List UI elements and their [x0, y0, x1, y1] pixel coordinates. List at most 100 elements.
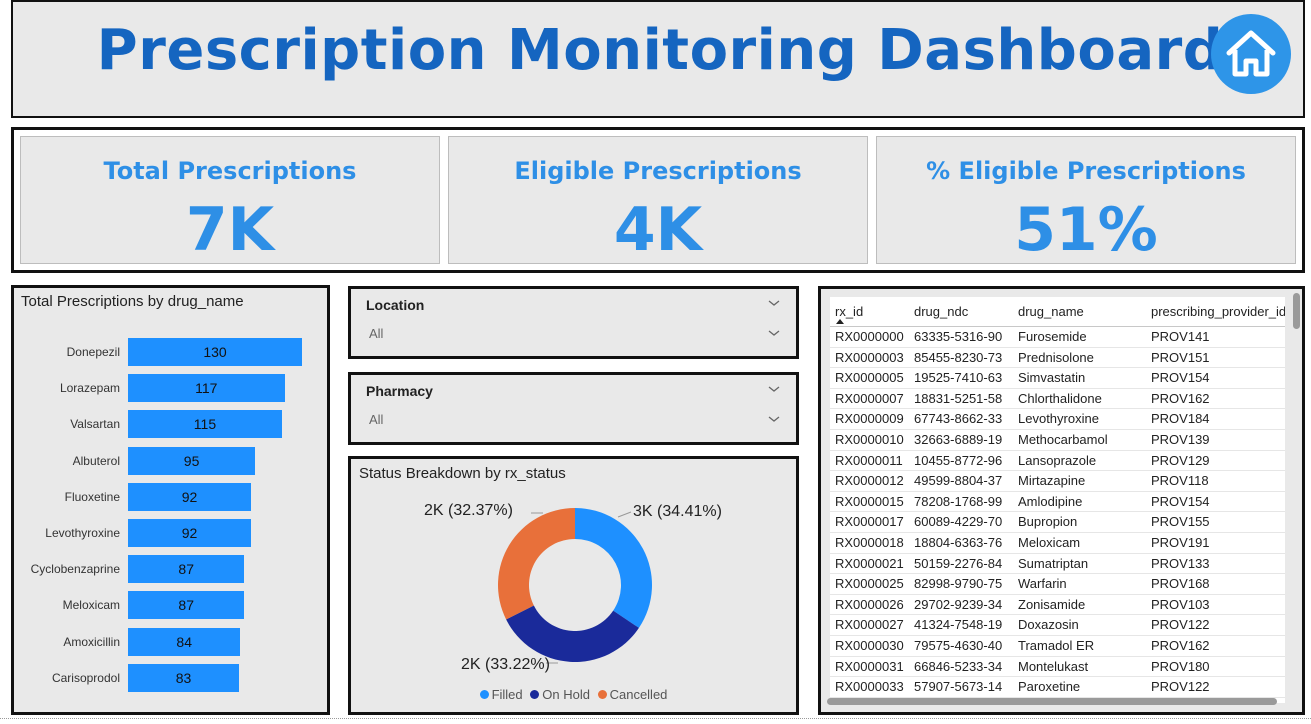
bar-category-label: Donepezil — [66, 345, 120, 359]
cell-drug-name: Mirtazapine — [1018, 473, 1086, 489]
chart-title: Total Prescriptions by drug_name — [21, 293, 244, 310]
cell-rx-id: RX0000030 — [835, 638, 904, 653]
cell-rx-id: RX0000000 — [835, 329, 904, 344]
column-header-drug-name[interactable]: drug_name — [1018, 304, 1084, 319]
bar-data-label: 130 — [203, 344, 227, 360]
cell-provider-id: PROV151 — [1151, 349, 1210, 365]
donut-slice-filled[interactable] — [575, 508, 652, 628]
legend-item-cancelled[interactable]: Cancelled — [597, 687, 667, 702]
cell-drug-name: Lansoprazole — [1018, 452, 1097, 468]
cell-drug-name: Bupropion — [1018, 514, 1078, 530]
location-slicer[interactable]: Location All — [348, 286, 799, 359]
table-row[interactable]: RX0000012 49599-8804-37 Mirtazapine PROV118 — [830, 471, 1285, 492]
cell-drug-ndc: 66846-5233-34 — [914, 658, 1003, 674]
donut-leader-line — [617, 511, 632, 518]
cell-drug-name: Zonisamide — [1018, 596, 1086, 612]
bar-category-label: Fluoxetine — [64, 489, 120, 504]
legend-item-filled[interactable]: Filled — [479, 687, 523, 702]
cell-drug-name: Paroxetine — [1018, 679, 1081, 695]
cell-drug-ndc: 19525-7410-63 — [914, 370, 1003, 386]
header-banner: Prescription Monitoring Dashboard — [11, 0, 1305, 118]
horizontal-scrollbar[interactable] — [827, 698, 1277, 705]
table-row[interactable]: RX0000009 67743-8662-33 Levothyroxine PROV1… — [830, 409, 1285, 430]
home-button[interactable] — [1211, 14, 1291, 94]
cell-provider-id: PROV118 — [1151, 473, 1209, 489]
legend-item-on-hold[interactable]: On Hold — [530, 687, 590, 702]
cell-provider-id: PROV154 — [1151, 493, 1210, 509]
location-dropdown[interactable]: All — [369, 326, 383, 341]
cell-drug-name: Doxazosin — [1018, 617, 1079, 633]
page-divider — [0, 718, 1311, 719]
kpi-card-total: Total Prescriptions 7K — [20, 136, 440, 265]
table-row[interactable]: RX0000021 50159-2276-84 Sumatriptan PROV133 — [830, 554, 1285, 575]
chevron-down-icon[interactable] — [768, 413, 780, 425]
table-row[interactable]: RX0000011 10455-8772-96 Lansoprazole PROV12… — [830, 451, 1285, 472]
bar-category-label: Amoxicillin — [63, 634, 120, 649]
cell-rx-id: RX0000033 — [835, 679, 904, 695]
cell-drug-name: Prednisolone — [1018, 349, 1094, 365]
table-row[interactable]: RX0000000 63335-5316-90 Furosemide PROV141 — [830, 327, 1285, 348]
cell-drug-ndc: 85455-8230-73 — [914, 349, 1003, 365]
cell-rx-id: RX0000009 — [835, 411, 904, 427]
donut-chart-panel[interactable]: Status Breakdown by rx_status 3K (34.41%… — [348, 456, 799, 715]
cell-rx-id: RX0000027 — [835, 617, 904, 633]
table-row[interactable]: RX0000003 85455-8230-73 Prednisolone PROV15… — [830, 348, 1285, 369]
chart-legend: Filled On Hold Cancelled — [351, 687, 796, 702]
cell-rx-id: RX0000012 — [835, 473, 904, 489]
cell-rx-id: RX0000021 — [835, 555, 904, 571]
column-header-rx-id[interactable]: rx_id — [835, 304, 863, 319]
table-row[interactable]: RX0000033 57907-5673-14 Paroxetine PROV122 — [830, 677, 1285, 698]
bar-data-label: 95 — [183, 452, 200, 469]
cell-drug-name: Sumatriptan — [1018, 555, 1089, 571]
table-row[interactable]: RX0000017 60089-4229-70 Bupropion PROV155 — [830, 512, 1285, 533]
legend-dot — [530, 690, 540, 699]
table-row[interactable]: RX0000010 32663-6889-19 Methocarbamol PROV1… — [830, 430, 1285, 451]
column-header-provider-id[interactable]: prescribing_provider_id — [1151, 304, 1285, 319]
kpi-value: 4K — [613, 195, 703, 265]
cell-rx-id: RX0000007 — [835, 390, 904, 406]
bar-data-label: 84 — [176, 633, 192, 650]
kpi-label: Eligible Prescriptions — [514, 157, 802, 185]
cell-provider-id: PROV180 — [1151, 658, 1210, 674]
cell-drug-name: Tramadol ER — [1018, 638, 1095, 653]
table-header: rx_id drug_ndc drug_name prescribing_pro… — [830, 297, 1285, 327]
kpi-label: Total Prescriptions — [103, 157, 357, 185]
cell-drug-ndc: 18804-6363-76 — [914, 535, 1003, 550]
cell-rx-id: RX0000010 — [835, 432, 904, 447]
cell-provider-id: PROV103 — [1151, 596, 1210, 612]
prescriptions-table-panel: rx_id drug_ndc drug_name prescribing_pro… — [818, 286, 1305, 715]
pharmacy-dropdown[interactable]: All — [369, 412, 383, 427]
table-row[interactable]: RX0000025 82998-9790-75 Warfarin PROV168 — [830, 574, 1285, 595]
cell-drug-name: Amlodipine — [1018, 493, 1083, 509]
cell-rx-id: RX0000026 — [835, 596, 904, 612]
table-row[interactable]: RX0000026 29702-9239-34 Zonisamide PROV103 — [830, 595, 1285, 616]
chevron-down-icon[interactable] — [768, 383, 780, 395]
cell-drug-name: Warfarin — [1018, 576, 1067, 592]
sort-ascending-icon — [836, 319, 844, 324]
cell-drug-name: Chlorthalidone — [1018, 390, 1102, 406]
table-row[interactable]: RX0000030 79575-4630-40 Tramadol ER PROV162 — [830, 636, 1285, 657]
kpi-label: % Eligible Prescriptions — [926, 157, 1246, 185]
table-row[interactable]: RX0000005 19525-7410-63 Simvastatin PROV154 — [830, 368, 1285, 389]
slicer-title: Location — [366, 297, 425, 313]
donut-label-cancelled: 2K (32.37%) — [424, 502, 513, 519]
cell-rx-id: RX0000031 — [835, 658, 904, 674]
donut-label-filled: 3K (34.41%) — [633, 503, 722, 520]
table-row[interactable]: RX0000031 66846-5233-34 Montelukast PROV180 — [830, 657, 1285, 678]
kpi-value: 51% — [1014, 195, 1158, 265]
donut-slice-cancelled[interactable] — [498, 507, 575, 620]
cell-rx-id: RX0000003 — [835, 349, 904, 365]
vertical-scrollbar[interactable] — [1293, 293, 1300, 329]
table-row[interactable]: RX0000027 41324-7548-19 Doxazosin PROV122 — [830, 615, 1285, 636]
kpi-card-eligible: Eligible Prescriptions 4K — [448, 136, 868, 265]
prescriptions-table[interactable]: rx_id drug_ndc drug_name prescribing_pro… — [830, 297, 1285, 703]
table-row[interactable]: RX0000018 18804-6363-76 Meloxicam PROV191 — [830, 533, 1285, 554]
pharmacy-slicer[interactable]: Pharmacy All — [348, 372, 799, 445]
chevron-down-icon[interactable] — [768, 327, 780, 339]
chevron-down-icon[interactable] — [768, 297, 780, 309]
column-header-drug-ndc[interactable]: drug_ndc — [914, 304, 968, 319]
bar-chart-panel[interactable]: Total Prescriptions by drug_name Donepez… — [11, 285, 330, 715]
table-row[interactable]: RX0000007 18831-5251-58 Chlorthalidone PROV… — [830, 389, 1285, 410]
table-row[interactable]: RX0000015 78208-1768-99 Amlodipine PROV154 — [830, 492, 1285, 513]
legend-label: Filled — [491, 687, 523, 702]
